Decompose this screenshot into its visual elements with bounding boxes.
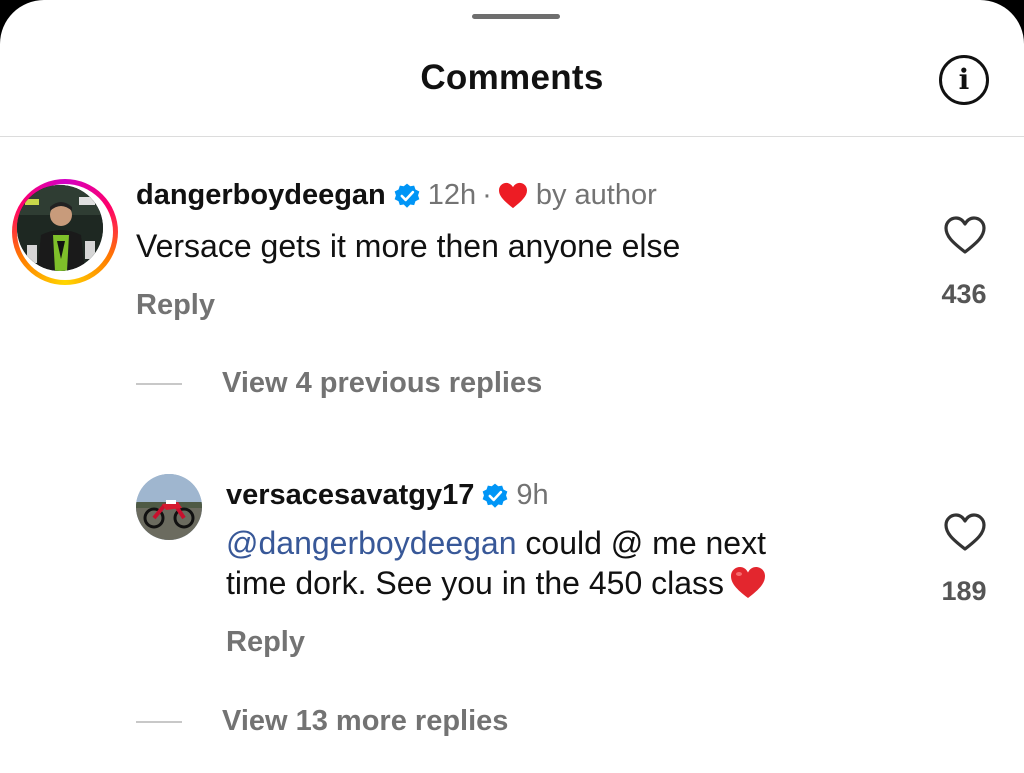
like-count: 436 <box>941 279 987 309</box>
comments-sheet: Comments i dangerboydeegan 12h · by auth… <box>0 0 1024 773</box>
verified-badge-icon <box>482 483 508 508</box>
rider-avatar-image <box>17 185 103 271</box>
comment-time: 12h <box>427 179 477 211</box>
info-icon[interactable]: i <box>939 55 989 105</box>
view-replies-label: View 13 more replies <box>222 705 509 737</box>
like-count: 189 <box>941 576 987 606</box>
reply-button[interactable]: Reply <box>136 289 215 322</box>
comment-username[interactable]: versacesavatgy17 <box>226 479 474 512</box>
comment-text-line2: time dork. See you in the 450 class <box>226 565 725 601</box>
comment-text: Versace gets it more then anyone else <box>136 228 681 264</box>
like-heart-icon[interactable] <box>943 511 987 553</box>
view-more-replies-button[interactable]: View 13 more replies <box>136 705 508 738</box>
separator: · <box>482 179 492 211</box>
header-divider <box>0 136 1024 137</box>
comment-meta: dangerboydeegan 12h · by author <box>136 179 657 212</box>
motorcycle-avatar-image <box>136 474 202 540</box>
page-title: Comments <box>420 58 604 97</box>
avatar[interactable] <box>17 185 103 271</box>
verified-badge-icon <box>394 183 420 208</box>
view-previous-replies-button[interactable]: View 4 previous replies <box>136 367 542 400</box>
avatar[interactable] <box>136 474 202 540</box>
comment-text: @dangerboydeegan could @ me next time do… <box>226 523 766 603</box>
comment-time: 9h <box>516 479 549 511</box>
comment-text-part: could @ me next <box>516 525 766 561</box>
comment-username[interactable]: dangerboydeegan <box>136 179 386 212</box>
view-replies-label: View 4 previous replies <box>222 367 543 399</box>
thread-line <box>136 720 182 723</box>
thread-line <box>136 382 182 385</box>
info-glyph: i <box>958 63 970 96</box>
drag-handle[interactable] <box>472 14 560 19</box>
mention-link[interactable]: @dangerboydeegan <box>226 525 517 561</box>
reply-button[interactable]: Reply <box>226 626 305 659</box>
liked-by-author-heart-icon <box>498 182 527 208</box>
red-heart-emoji-icon <box>731 567 766 598</box>
comment-meta: versacesavatgy17 9h <box>226 479 549 512</box>
like-heart-icon[interactable] <box>943 214 987 256</box>
liked-by-author-label: by author <box>535 179 657 211</box>
